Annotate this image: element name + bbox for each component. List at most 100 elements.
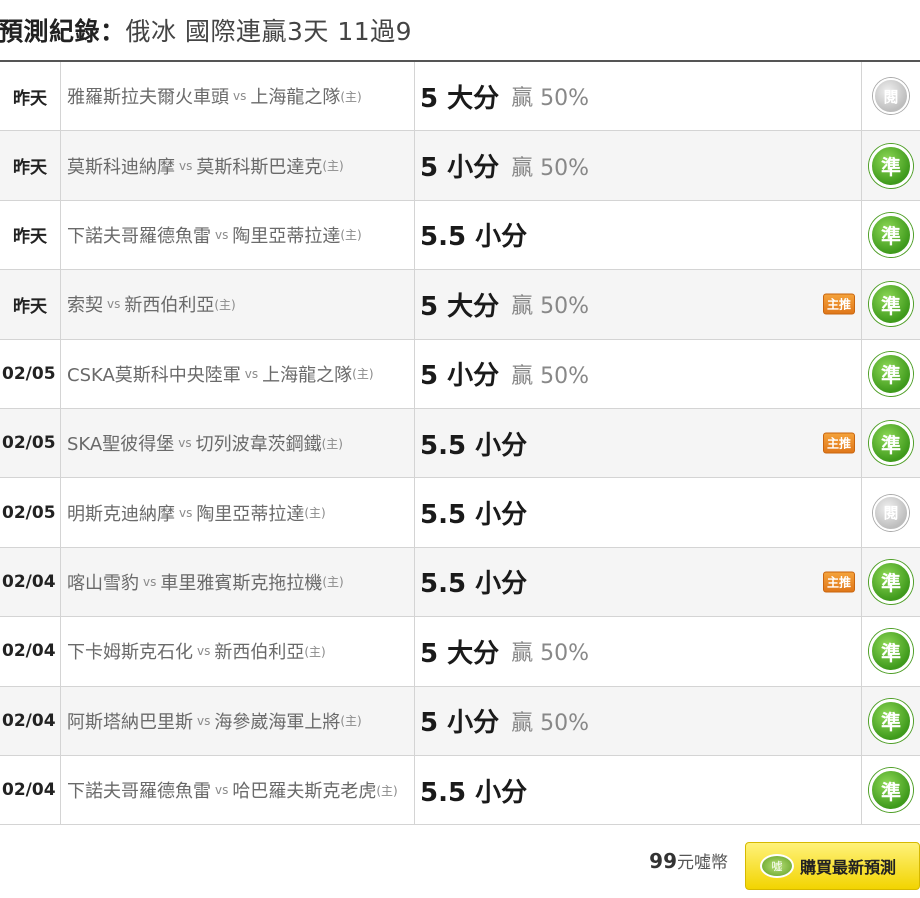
prediction-value: 5.5 小分 [420, 430, 528, 461]
home-team: SKA聖彼得堡 [67, 434, 175, 456]
prediction-value: 5 小分 [420, 708, 500, 739]
home-marker: (主) [376, 783, 398, 798]
price-currency: 元噓幣 [677, 853, 728, 873]
home-marker: (主) [322, 159, 344, 174]
home-team: 索契 [67, 295, 103, 317]
table-row[interactable]: 02/05 明斯克迪納摩 vs 陶里亞蒂拉達 (主) 5.5 小分 閱 [0, 478, 920, 548]
row-prediction: 5.5 小分 [415, 478, 862, 547]
row-prediction: 5 大分 贏 50% [415, 617, 862, 686]
row-status: 閱 [862, 478, 920, 546]
row-prediction: 5 小分 贏 50% [415, 131, 862, 200]
row-prediction: 5.5 小分 [415, 200, 862, 270]
row-match: 下諾夫哥羅德魚雷 vs 陶里亞蒂拉達 (主) [61, 200, 415, 270]
row-status: 準 [862, 756, 920, 824]
away-team: 切列波韋茨鋼鐵 [195, 434, 322, 456]
vs-label: vs [179, 158, 193, 173]
home-marker: (主) [340, 89, 362, 104]
hit-status-icon: 準 [869, 212, 913, 257]
vs-label: vs [244, 366, 259, 381]
home-team: 明斯克迪納摩 [67, 503, 175, 525]
price-amount: 99 [649, 849, 677, 873]
row-status: 準 [862, 131, 920, 199]
row-status: 準 [862, 340, 920, 408]
main-pick-badge: 主推 [822, 432, 855, 454]
row-prediction: 5.5 小分 [415, 755, 862, 825]
vs-label: vs [107, 297, 121, 312]
xu-coin-icon: 噓 [760, 854, 794, 878]
hit-status-icon: 準 [869, 698, 913, 743]
prediction-value: 5 大分 [420, 291, 500, 322]
row-prediction: 5 小分 贏 50% [415, 686, 862, 755]
hit-status-icon: 準 [869, 282, 913, 327]
row-match: SKA聖彼得堡 vs 切列波韋茨鋼鐵 (主) [61, 408, 415, 478]
prediction-value: 5.5 小分 [420, 222, 528, 253]
table-row[interactable]: 昨天 雅羅斯拉夫爾火車頭 vs 上海龍之隊 (主) 5 大分 贏 50% 閱 [0, 62, 920, 132]
table-row[interactable]: 02/05 CSKA莫斯科中央陸軍 vs 上海龍之隊 (主) 5 小分 贏 50… [0, 339, 920, 409]
table-row[interactable]: 昨天 下諾夫哥羅德魚雷 vs 陶里亞蒂拉達 (主) 5.5 小分 準 [0, 200, 920, 271]
vs-label: vs [215, 227, 229, 242]
table-row[interactable]: 02/04 下卡姆斯克石化 vs 新西伯利亞 (主) 5 大分 贏 50% 準 [0, 617, 920, 687]
home-team: 阿斯塔納巴里斯 [67, 711, 193, 733]
buy-latest-prediction-button[interactable]: 噓 購買最新預測 [745, 842, 920, 890]
home-marker: (主) [340, 228, 362, 243]
prediction-result: 贏 50% [511, 363, 590, 389]
away-team: 上海龍之隊 [250, 87, 341, 109]
hit-status-icon: 準 [869, 768, 913, 813]
home-marker: (主) [304, 644, 326, 659]
hit-status-icon: 準 [869, 559, 913, 604]
buy-button-label: 購買最新預測 [800, 858, 897, 877]
home-marker: (主) [214, 297, 236, 312]
away-team: 上海龍之隊 [262, 364, 353, 386]
row-date: 昨天 [0, 270, 61, 339]
prediction-result: 贏 50% [511, 641, 590, 667]
row-status: 準 [862, 617, 920, 685]
page-header: 預測紀錄：俄冰 國際連贏3天 11過9 [0, 0, 920, 69]
prediction-result: 贏 50% [511, 155, 590, 181]
main-pick-badge: 主推 [822, 293, 855, 315]
home-team: 下卡姆斯克石化 [67, 642, 193, 664]
row-date: 昨天 [0, 131, 61, 200]
page-title: 預測紀錄：俄冰 國際連贏3天 11過9 [0, 12, 412, 48]
hit-status-icon: 準 [869, 143, 913, 188]
table-row[interactable]: 昨天 索契 vs 新西伯利亞 (主) 5 大分 贏 50% 主推 準 [0, 270, 920, 340]
table-row[interactable]: 02/04 喀山雪豹 vs 車里雅賓斯克拖拉機 (主) 5.5 小分 主推 準 [0, 547, 920, 618]
home-team: 雅羅斯拉夫爾火車頭 [67, 87, 229, 109]
row-date: 昨天 [0, 200, 61, 270]
row-prediction: 5.5 小分 主推 [415, 547, 862, 617]
row-status: 準 [862, 548, 920, 616]
vs-label: vs [179, 505, 193, 520]
table-row[interactable]: 02/05 SKA聖彼得堡 vs 切列波韋茨鋼鐵 (主) 5.5 小分 主推 準 [0, 408, 920, 479]
row-prediction: 5.5 小分 主推 [415, 408, 862, 478]
row-date: 02/04 [0, 686, 61, 755]
row-prediction: 5 大分 贏 50% 主推 [415, 270, 862, 339]
home-team: 喀山雪豹 [67, 572, 139, 594]
away-team: 莫斯科斯巴達克 [196, 156, 323, 178]
row-date: 02/04 [0, 617, 61, 686]
row-match: 索契 vs 新西伯利亞 (主) [61, 270, 415, 339]
row-prediction: 5 大分 贏 50% [415, 62, 862, 131]
vs-label: vs [143, 574, 157, 589]
table-row[interactable]: 昨天 莫斯科迪納摩 vs 莫斯科斯巴達克 (主) 5 小分 贏 50% 準 [0, 131, 920, 201]
prediction-value: 5.5 小分 [420, 569, 528, 600]
row-match: 明斯克迪納摩 vs 陶里亞蒂拉達 (主) [61, 478, 415, 547]
prediction-result: 贏 50% [511, 86, 590, 112]
vs-label: vs [197, 644, 211, 659]
home-marker: (主) [322, 575, 344, 590]
row-match: 下諾夫哥羅德魚雷 vs 哈巴羅夫斯克老虎 (主) [61, 755, 415, 825]
table-row[interactable]: 02/04 阿斯塔納巴里斯 vs 海參崴海軍上將 (主) 5 小分 贏 50% … [0, 686, 920, 756]
home-marker: (主) [340, 714, 362, 729]
home-team: 下諾夫哥羅德魚雷 [67, 781, 211, 803]
hit-status-icon: 準 [869, 629, 913, 674]
home-team: 下諾夫哥羅德魚雷 [67, 225, 211, 247]
row-status: 準 [862, 270, 920, 338]
row-match: 喀山雪豹 vs 車里雅賓斯克拖拉機 (主) [61, 547, 415, 617]
away-team: 車里雅賓斯克拖拉機 [160, 572, 323, 594]
row-match: 阿斯塔納巴里斯 vs 海參崴海軍上將 (主) [61, 686, 415, 755]
main-pick-badge: 主推 [822, 571, 855, 593]
row-prediction: 5 小分 贏 50% [415, 339, 862, 408]
table-row[interactable]: 02/04 下諾夫哥羅德魚雷 vs 哈巴羅夫斯克老虎 (主) 5.5 小分 準 [0, 755, 920, 826]
pending-status-icon: 閱 [873, 78, 909, 115]
vs-label: vs [233, 89, 247, 104]
prediction-value: 5.5 小分 [420, 777, 528, 808]
prediction-table: 昨天 雅羅斯拉夫爾火車頭 vs 上海龍之隊 (主) 5 大分 贏 50% 閱 昨… [0, 62, 920, 826]
